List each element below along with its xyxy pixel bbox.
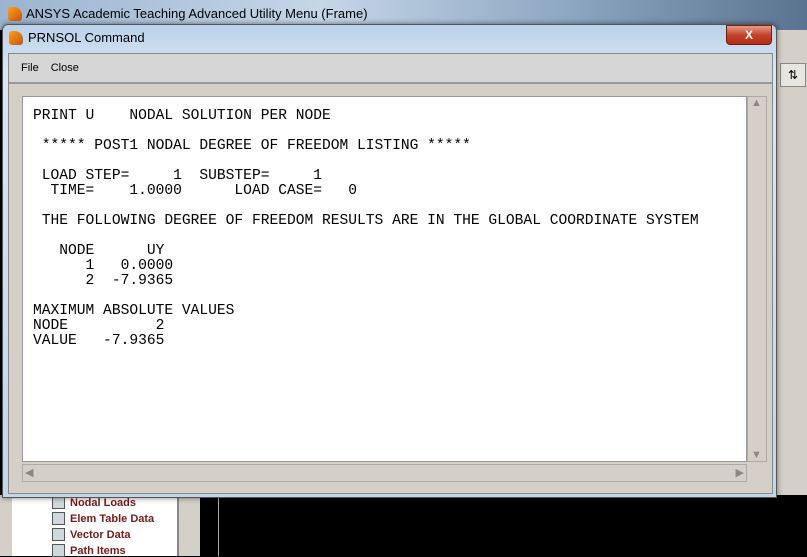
vertical-scrollbar[interactable]: ▲ ▼ [747, 96, 767, 462]
listing-line: MAXIMUM ABSOLUTE VALUES [33, 303, 235, 319]
toolbar-button-icon[interactable]: ⇅ [780, 63, 806, 87]
listing-line: VALUE -7.9365 [33, 333, 165, 349]
ansys-logo-icon [9, 30, 23, 45]
listing-line: LOAD STEP= 1 SUBSTEP= 1 [33, 168, 323, 184]
listing-line: NODE UY [33, 243, 165, 259]
scroll-up-icon[interactable]: ▲ [751, 97, 762, 109]
scroll-right-icon[interactable]: ▶ [736, 466, 744, 479]
listing-line [33, 124, 699, 139]
menu-file[interactable]: File [15, 62, 45, 74]
scroll-left-icon[interactable]: ◀ [25, 466, 33, 479]
tree-item-label: Path Items [70, 544, 126, 557]
table-icon [52, 528, 65, 541]
prnsol-dialog: PRNSOL Command X File Close PRINT U NODA… [2, 24, 777, 498]
tree-item-path-items[interactable]: Path Items [52, 544, 126, 557]
horizontal-scrollbar[interactable]: ◀ ▶ [22, 464, 747, 482]
tree-item-label: Vector Data [70, 528, 131, 541]
tree-item-label: Elem Table Data [70, 512, 155, 525]
tree-item-vector-data[interactable]: Vector Data [52, 528, 131, 541]
listing-text: PRINT U NODAL SOLUTION PER NODE ***** PO… [33, 109, 699, 349]
listing-line [33, 199, 699, 214]
graphics-window [218, 495, 807, 556]
background-window-title: ANSYS Academic Teaching Advanced Utility… [8, 6, 368, 21]
close-button[interactable]: X [726, 25, 772, 45]
listing-line [33, 154, 699, 169]
tree-item-elem-table-data[interactable]: Elem Table Data [52, 512, 154, 525]
scroll-down-icon[interactable]: ▼ [751, 449, 762, 461]
listing-line: 2 -7.9365 [33, 273, 174, 289]
listing-text-area[interactable]: PRINT U NODAL SOLUTION PER NODE ***** PO… [22, 96, 747, 462]
dialog-body: File Close PRINT U NODAL SOLUTION PER NO… [8, 53, 773, 494]
listing-line [33, 289, 699, 304]
listing-line [33, 229, 699, 244]
listing-line: TIME= 1.0000 LOAD CASE= 0 [33, 183, 358, 199]
listing-line: 1 0.0000 [33, 258, 174, 274]
right-toolbar [775, 30, 807, 495]
listing-line: PRINT U NODAL SOLUTION PER NODE [33, 108, 331, 124]
menu-bar: File Close [9, 54, 772, 84]
listing-line: THE FOLLOWING DEGREE OF FREEDOM RESULTS … [33, 213, 699, 229]
listing-line: NODE 2 [33, 318, 165, 334]
table-icon [52, 512, 65, 525]
menu-close[interactable]: Close [45, 62, 85, 74]
table-icon [52, 544, 65, 557]
tree-item-label: Nodal Loads [70, 496, 137, 509]
dialog-title-text: PRNSOL Command [28, 30, 145, 45]
background-title-text: ANSYS Academic Teaching Advanced Utility… [26, 6, 368, 21]
listing-line: ***** POST1 NODAL DEGREE OF FREEDOM LIST… [33, 138, 471, 154]
ansys-logo-icon [8, 6, 22, 21]
dialog-title: PRNSOL Command [9, 30, 145, 45]
